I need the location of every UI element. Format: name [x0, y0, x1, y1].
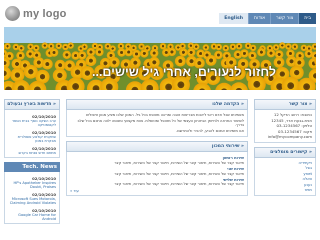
sunflower [179, 48, 188, 57]
service-description: תיאור קצר של השירות, תיאור קצר של השירות… [114, 160, 244, 165]
top-navigation: English אודות צור קשר בית [219, 13, 316, 24]
news-link[interactable]: מתחם חדש נפתח בקרוב [8, 151, 56, 155]
page: my logo English אודות צור קשר בית לחזור … [0, 0, 320, 240]
sunflower [95, 47, 104, 57]
news-list: 02/10/2010 ערב השקה נוסף בבית הספר לקוסמ… [4, 110, 60, 159]
sunflower [248, 51, 257, 60]
banner-headline: לחזור לנעורים, אחרי גיל שישים... [92, 65, 277, 79]
nav-item-contact[interactable]: צור קשר [270, 13, 299, 24]
sunflower [138, 43, 145, 50]
sunflower [249, 44, 257, 52]
services-more-link[interactable]: « עוד [70, 189, 244, 193]
sunflower [78, 51, 87, 60]
service-item: שירות שני תיאור קצר של השירות, תיאור קצר… [70, 167, 244, 176]
sunflower [222, 44, 229, 52]
about-text: מאמינים שכל אדם ראוי ליהנות מבריאות טובה… [66, 110, 248, 138]
about-paragraph: מאמינים שכל אדם ראוי ליהנות מבריאות טובה… [86, 113, 244, 117]
right-column: « צור קשר כתובת: רחוב הדקל 12 חנית-גבעת … [254, 99, 316, 196]
sunflower [33, 44, 40, 52]
services-heading: « שירותי המכון [66, 141, 248, 153]
news-link[interactable]: ערב השקה נוסף בבית הספר לקוסמטיקה [8, 119, 56, 128]
recommended-link[interactable]: תפוז [258, 187, 312, 193]
sunflower [202, 44, 210, 51]
sunflower [132, 49, 141, 59]
service-description: תיאור קצר של השירות, תיאור קצר של השירות… [114, 171, 244, 176]
left-column: « חדשות בארץ ובעולם 02/10/2010 ערב השקה … [4, 99, 60, 225]
sunflower [117, 42, 125, 50]
hero-banner: לחזור לנעורים, אחרי גיל שישים... [4, 27, 316, 90]
logo-text: my logo [23, 7, 67, 20]
links-list: ויקיפדיה גוגל ynet וואלה נענע תפוז [254, 157, 316, 196]
news-item[interactable]: 02/10/2010 מתחם חדש נפתח בקרוב [8, 146, 56, 155]
sunflower [140, 49, 149, 58]
sunflower [41, 58, 53, 70]
sunflower [285, 43, 292, 50]
services-list: שירות ראשון תיאור קצר של השירות, תיאור ק… [66, 152, 248, 196]
about-paragraph: אנו מזמינים אתכם להגיע, להכיר ולהתרשם. [176, 128, 244, 133]
nav-item-about[interactable]: אודות [248, 13, 271, 24]
tech-news-item[interactable]: 02/10/2010 Microsoft Sues Motorola, Clai… [8, 192, 56, 206]
tech-news-item[interactable]: 02/10/2010 HP's Apotheker Inspires Doubt… [8, 176, 56, 190]
tech-news-list: 02/10/2010 HP's Apotheker Inspires Doubt… [4, 172, 60, 225]
about-paragraph: לשיפור המראה ולחיזוק הביטחון העצמי של כל… [77, 118, 244, 128]
sunflower-field-image [4, 27, 316, 90]
sunflower [55, 42, 62, 50]
tech-news-link[interactable]: HP's Apotheker Inspires Doubt, Praises [8, 181, 56, 190]
logo-circle-icon [5, 6, 20, 21]
news-heading: « חדשות בארץ ובעולם [4, 99, 60, 110]
logo[interactable]: my logo [5, 6, 67, 21]
sunflower [18, 45, 25, 52]
sunflower [167, 47, 177, 57]
sunflower [257, 48, 266, 57]
sunflower [124, 47, 133, 57]
news-item[interactable]: 02/10/2010 שחקנית קולנוע פופולרית מבקרת … [8, 130, 56, 144]
tech-news-item[interactable]: 02/10/2010 Google Car Home for Android [8, 208, 56, 222]
sunflower [187, 42, 195, 49]
contact-email[interactable]: info@mycompany.com [258, 134, 312, 140]
sunflower [49, 48, 59, 57]
news-link[interactable]: שחקנית קולנוע פופולרית מבקרת במכון [8, 135, 56, 144]
sunflower [150, 48, 159, 58]
contact-heading: « צור קשר [254, 99, 316, 110]
sunflower [272, 44, 280, 51]
sunflower [86, 47, 96, 57]
nav-item-english[interactable]: English [219, 13, 249, 24]
sunflower [235, 43, 243, 50]
service-item: שירות ראשון תיאור קצר של השירות, תיאור ק… [70, 156, 244, 165]
sunflower [291, 43, 299, 50]
tech-news-link[interactable]: Microsoft Sues Motorola, Claiming Androi… [8, 197, 56, 206]
sunflower [12, 43, 20, 51]
sunflower [62, 50, 71, 59]
tech-news-heading: Tech. News [4, 162, 60, 173]
sunflower [229, 43, 237, 50]
contact-details: כתובת: רחוב הדקל 12 חנית-גבעת אדר, 12345… [254, 110, 316, 143]
service-item: שירות שלישי תיאור קצר של השירות, תיאור ק… [70, 178, 244, 187]
sunflower [187, 48, 196, 57]
sunflower [266, 49, 276, 58]
sunflower [67, 42, 74, 49]
sunflower [215, 43, 222, 51]
sunflower [27, 43, 34, 50]
service-description: תיאור קצר של השירות, תיאור קצר של השירות… [114, 182, 244, 187]
about-heading: « הקדמה שלנו [66, 99, 248, 110]
sunflower [109, 45, 116, 52]
sunflower [41, 42, 48, 49]
sunflower [16, 51, 25, 60]
sunflower [240, 49, 249, 58]
sunflower [279, 42, 286, 49]
news-item[interactable]: 02/10/2010 ערב השקה נוסף בבית הספר לקוסמ… [8, 114, 56, 128]
links-heading: « קישורים מומלצים [254, 146, 316, 158]
nav-item-home[interactable]: בית [298, 13, 316, 24]
sunflower [193, 43, 200, 50]
sunflower [81, 43, 88, 50]
sunflower [4, 43, 11, 50]
main-column: « הקדמה שלנו מאמינים שכל אדם ראוי ליהנות… [66, 99, 248, 196]
tech-news-link[interactable]: Google Car Home for Android [8, 213, 56, 222]
